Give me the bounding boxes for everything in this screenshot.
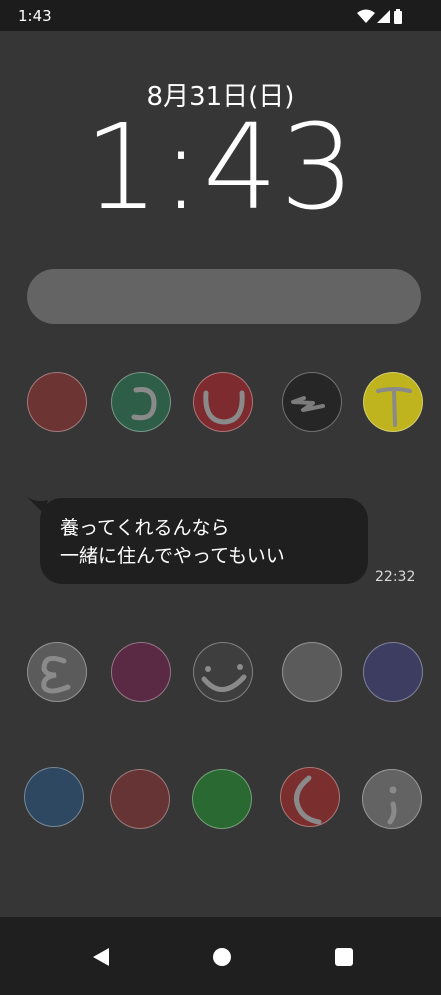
stamp-button-yellow-t[interactable] bbox=[363, 372, 423, 432]
home-icon[interactable] bbox=[208, 943, 236, 971]
message-line-1: 養ってくれるんなら bbox=[60, 517, 230, 539]
wave-glyph-icon bbox=[291, 396, 325, 412]
stamp-button-maroon[interactable] bbox=[110, 769, 170, 829]
stamp-button-green-c[interactable] bbox=[111, 372, 171, 432]
wifi-icon bbox=[357, 9, 375, 23]
lockscreen-clock: 1:43 bbox=[84, 98, 357, 236]
epsilon-glyph-icon bbox=[41, 655, 71, 694]
stamp-button-purple[interactable] bbox=[111, 642, 171, 702]
recents-icon[interactable] bbox=[330, 943, 358, 971]
signal-icon bbox=[377, 10, 390, 23]
t-glyph-icon bbox=[376, 387, 412, 427]
c-glyph-icon bbox=[131, 387, 157, 421]
stamp-button-red[interactable] bbox=[27, 372, 87, 432]
stamp-row-2 bbox=[0, 642, 441, 706]
stamp-button-gray[interactable] bbox=[282, 642, 342, 702]
u-glyph-icon bbox=[203, 390, 245, 425]
status-icons bbox=[357, 9, 407, 25]
navigation-bar bbox=[0, 917, 441, 995]
smile-glyph-icon bbox=[201, 664, 247, 692]
semicolon-glyph-icon bbox=[387, 786, 397, 825]
stamp-row-1 bbox=[0, 372, 441, 436]
battery-icon bbox=[394, 9, 402, 24]
message-line-2: 一緒に住んでやってもいい bbox=[60, 545, 285, 567]
status-time: 1:43 bbox=[18, 7, 52, 25]
status-bar: 1:43 bbox=[0, 0, 441, 31]
stamp-button-dark-smile[interactable] bbox=[193, 642, 253, 702]
stamp-button-blue[interactable] bbox=[24, 767, 84, 827]
back-icon[interactable] bbox=[87, 943, 115, 971]
stamp-button-gray-semicolon[interactable] bbox=[362, 769, 422, 829]
stamp-button-gray-epsilon[interactable] bbox=[27, 642, 87, 702]
input-bar[interactable] bbox=[27, 269, 421, 324]
stamp-button-green[interactable] bbox=[192, 769, 252, 829]
stamp-row-3 bbox=[0, 767, 441, 831]
stamp-button-red-u[interactable] bbox=[193, 372, 253, 432]
stamp-button-red-open-c[interactable] bbox=[280, 767, 340, 827]
message-timestamp: 22:32 bbox=[375, 569, 416, 585]
stamp-button-navy[interactable] bbox=[363, 642, 423, 702]
message-bubble[interactable]: 養ってくれるんなら 一緒に住んでやってもいい bbox=[40, 498, 368, 584]
open-c-glyph-icon bbox=[294, 775, 322, 825]
stamp-button-black-wave[interactable] bbox=[282, 372, 342, 432]
